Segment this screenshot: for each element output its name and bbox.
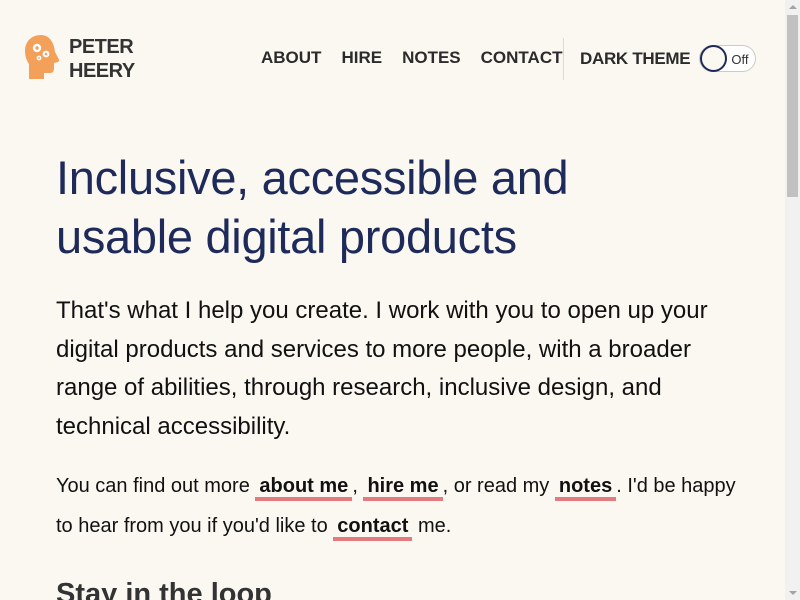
section-heading: Stay in the loop [56,578,272,600]
lead-paragraph: That's what I help you create. I work wi… [56,297,708,440]
nav-notes-link[interactable]: NOTES [402,47,461,69]
nav-about-link[interactable]: ABOUT [261,47,321,69]
scroll-up-arrow-icon[interactable] [785,0,800,14]
intro-text-2: , [352,475,364,497]
notes-link[interactable]: notes [554,475,617,501]
head-with-gears-icon [25,35,60,79]
contact-link[interactable]: contact [333,515,413,541]
logo-line-2: HEERY [69,60,135,82]
intro-paragraph: You can find out more about me, hire me,… [56,466,736,546]
scroll-down-arrow-icon[interactable] [785,586,800,600]
intro-text-5: me. [412,515,452,537]
main-nav: ABOUT HIRE NOTES CONTACT [261,47,562,69]
dark-theme-label: DARK THEME [580,48,691,68]
hire-me-link[interactable]: hire me [363,475,443,501]
nav-hire-link[interactable]: HIRE [341,47,382,69]
dark-theme-toggle[interactable]: Off [699,45,757,72]
page: PETER HEERY ABOUT HIRE NOTES CONTACT DAR… [0,0,785,600]
logo-text: PETER HEERY [69,35,135,83]
page-title-line-2: usable digital products [56,210,517,263]
toggle-knob [700,45,728,72]
scrollbar-thumb[interactable] [787,15,798,197]
toggle-state-text: Off [731,52,749,67]
dark-theme-control: DARK THEME Off [580,45,757,72]
nav-contact-link[interactable]: CONTACT [481,47,563,69]
page-title-line-1: Inclusive, accessible and [56,151,569,204]
nav-divider [563,38,564,80]
intro-text-3: , or read my [442,475,555,497]
page-title: Inclusive, accessible and usable digital… [56,148,696,266]
vertical-scrollbar[interactable] [785,0,800,600]
intro-text-1: You can find out more [56,475,256,497]
logo-link[interactable]: PETER HEERY [24,34,135,83]
about-me-link[interactable]: about me [255,475,353,501]
logo-line-1: PETER [69,36,134,58]
